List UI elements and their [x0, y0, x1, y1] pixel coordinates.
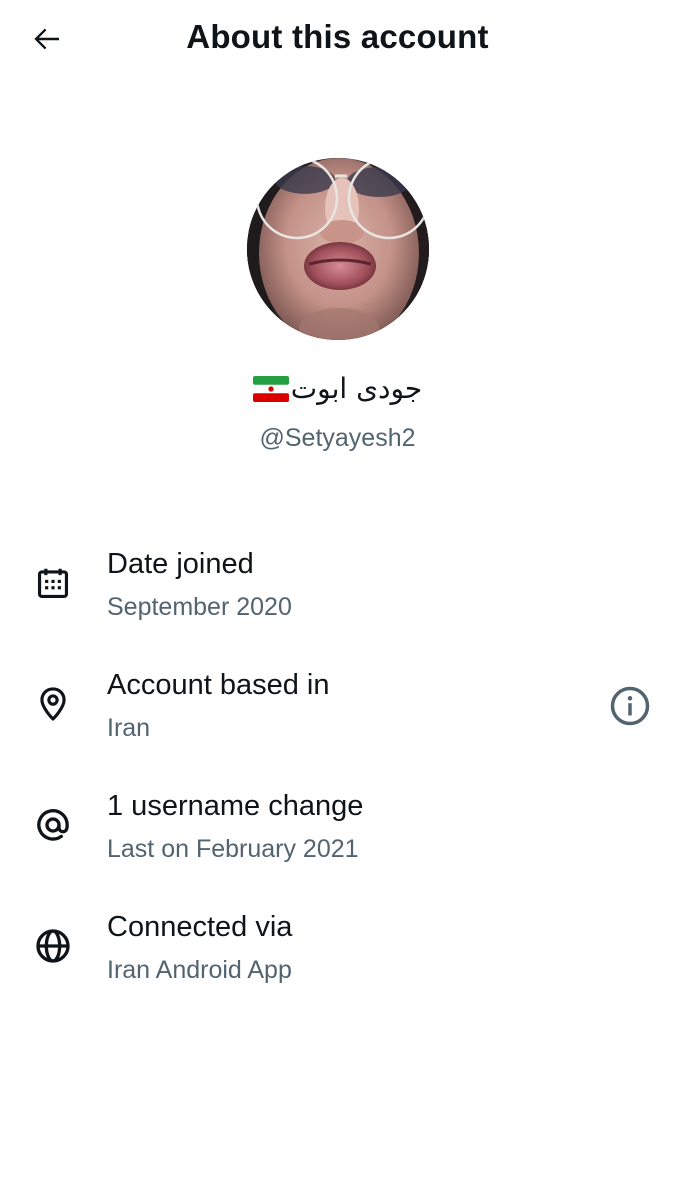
header-bar: About this account: [0, 0, 675, 80]
detail-value: Iran: [107, 714, 151, 742]
display-name: جودی ابوت: [0, 372, 675, 405]
detail-value: Last on February 2021: [107, 835, 359, 863]
info-button[interactable]: [606, 682, 654, 730]
detail-label: Connected via: [107, 911, 293, 943]
avatar-photo: [247, 158, 429, 340]
at-sign-icon: [30, 802, 76, 848]
detail-row-account-based-in: Account based in Iran: [0, 661, 675, 761]
detail-label: 1 username change: [107, 790, 364, 822]
page-title: About this account: [186, 18, 489, 55]
info-icon: [610, 686, 650, 726]
detail-value: Iran Android App: [107, 956, 292, 984]
detail-row-connected-via: Connected via Iran Android App: [0, 903, 675, 1003]
avatar[interactable]: [247, 158, 429, 340]
username-handle: @Setyayesh2: [259, 424, 416, 452]
globe-icon: [30, 923, 76, 969]
detail-value: September 2020: [107, 593, 292, 621]
location-pin-icon: [30, 681, 76, 727]
calendar-icon: [30, 560, 76, 606]
display-name-text: جودی ابوت: [290, 372, 423, 405]
iran-flag-icon: [252, 375, 289, 402]
detail-row-date-joined: Date joined September 2020: [0, 540, 675, 640]
detail-row-username-change: 1 username change Last on February 2021: [0, 782, 675, 882]
detail-label: Account based in: [107, 669, 330, 701]
detail-label: Date joined: [107, 548, 254, 580]
